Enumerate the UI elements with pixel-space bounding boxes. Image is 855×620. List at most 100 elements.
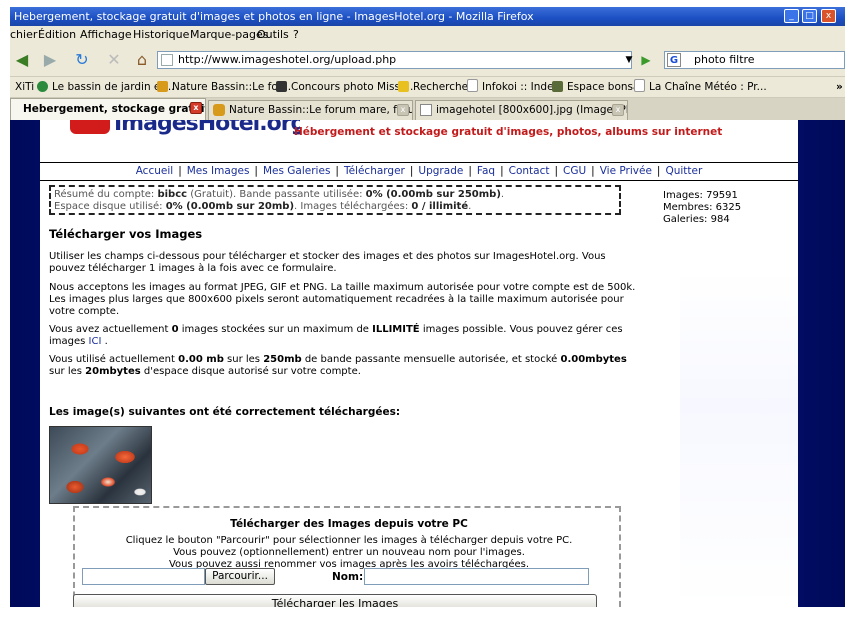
bookmark-label: Nature Bassin::Le for... <box>172 81 292 93</box>
account-username: bibcc <box>157 189 188 200</box>
bookmark-icon <box>467 79 478 92</box>
bookmark-label: Infokoi :: Index <box>482 81 560 93</box>
reload-icon[interactable]: ↻ <box>70 48 94 72</box>
bookmark-icon <box>552 81 563 92</box>
bandwidth-paragraph: Vous utilisé actuellement 0.00 mb sur le… <box>49 354 639 378</box>
menu-fichier[interactable]: chier <box>10 26 37 44</box>
text: images stockées sur un maximum de <box>178 324 373 335</box>
upload-success-title: Les image(s) suivantes ont été correctem… <box>49 406 401 418</box>
nav-contact[interactable]: Contact <box>509 165 550 177</box>
bookmark-icon <box>634 79 645 92</box>
minimize-button[interactable]: _ <box>784 9 799 23</box>
address-bar[interactable]: http://www.imageshotel.org/upload.php <box>157 51 632 69</box>
tab-nature-bassin[interactable]: Nature Bassin::Le forum mare, forum ... … <box>208 100 413 120</box>
bookmark-icon <box>276 81 287 92</box>
window-title: Hebergement, stockage gratuit d'images e… <box>14 10 534 23</box>
text: . <box>101 336 108 347</box>
manage-images-link[interactable]: ICI <box>89 336 102 347</box>
uploaded-image-thumbnail[interactable] <box>49 426 152 504</box>
bookmark-label: Espace bonsai <box>567 81 643 93</box>
account-text: Résumé du compte: <box>54 189 158 200</box>
name-label: Nom: <box>332 571 364 583</box>
google-icon[interactable]: G <box>667 53 681 67</box>
search-bar[interactable]: G photo filtre <box>664 51 845 69</box>
site-tagline: Hébergement et stockage gratuit d'images… <box>294 126 723 138</box>
nav-cgu[interactable]: CGU <box>563 165 586 177</box>
bookmark-item[interactable]: La Chaîne Météo : Pr... <box>634 77 767 97</box>
bandwidth-limit: 250mb <box>263 354 302 365</box>
text: sur les <box>49 366 86 377</box>
site-logo[interactable]: ImagesHotel.org <box>70 120 300 140</box>
images-uploaded: 0 / illimité <box>411 201 469 212</box>
file-path-input[interactable] <box>82 568 205 585</box>
nav-vie-privee[interactable]: Vie Privée <box>600 165 652 177</box>
tab-imagehotel-jpg[interactable]: imagehotel [800x600].jpg (Image JPE... x <box>415 100 628 120</box>
nav-mes-galeries[interactable]: Mes Galeries <box>263 165 330 177</box>
browse-button[interactable]: Parcourir... <box>205 568 275 585</box>
intro-paragraph: Utiliser les champs ci-dessous pour télé… <box>49 251 606 274</box>
bookmark-item[interactable]: Rechercher <box>398 77 472 97</box>
account-text: Espace disque utilisé: <box>54 201 166 212</box>
chevron-right-icon[interactable]: » <box>836 77 843 97</box>
bookmark-item[interactable]: Infokoi :: Index <box>467 77 560 97</box>
menu-affichage[interactable]: Affichage <box>80 26 132 44</box>
go-icon[interactable]: ▶ <box>638 51 654 69</box>
stat-galleries: Galeries: 984 <box>663 214 730 225</box>
back-icon[interactable]: ◀ <box>10 48 34 72</box>
text: d'espace disque autorisé sur votre compt… <box>140 366 361 377</box>
disk-used: 0% (0.00mb sur 20mb) <box>165 201 295 212</box>
menu-help[interactable]: ? <box>293 26 299 44</box>
nav-faq[interactable]: Faq <box>477 165 495 177</box>
bookmark-label: Rechercher <box>413 81 473 93</box>
formats-paragraph: Nous acceptons les images au format JPEG… <box>49 282 636 317</box>
bookmark-item[interactable]: Nature Bassin::Le for... <box>157 77 291 97</box>
page-body: ImagesHotel.org Hébergement et stockage … <box>40 120 798 607</box>
nav-accueil[interactable]: Accueil <box>136 165 174 177</box>
stat-images: Images: 79591 <box>663 190 738 201</box>
page-favicon <box>161 54 173 66</box>
bookmark-label: La Chaîne Météo : Pr... <box>649 81 767 93</box>
stop-icon[interactable]: ✕ <box>102 48 126 72</box>
upload-submit-button[interactable]: Télécharger les Images <box>73 594 597 607</box>
text: Vous utilisé actuellement <box>49 354 179 365</box>
nav-telecharger[interactable]: Télécharger <box>344 165 405 177</box>
menu-bar: chier Édition Affichage Historique Marqu… <box>10 26 845 44</box>
close-button[interactable]: x <box>821 9 836 23</box>
url-dropdown-icon[interactable]: ▼ <box>622 51 636 69</box>
tab-label: Hebergement, stockage gratuit ... <box>23 103 206 115</box>
stored-count: 0 <box>171 324 179 335</box>
bookmark-item[interactable]: Le bassin de jardin et... <box>37 77 175 97</box>
nav-upgrade[interactable]: Upgrade <box>418 165 463 177</box>
forward-icon[interactable]: ▶ <box>38 48 62 72</box>
nav-mes-images[interactable]: Mes Images <box>187 165 250 177</box>
account-text: . Images téléchargées: <box>294 201 412 212</box>
bookmark-item[interactable]: Espace bonsai <box>552 77 642 97</box>
tab-hebergement[interactable]: Hebergement, stockage gratuit ... x <box>10 98 206 120</box>
bookmark-item[interactable]: Concours photo Miss ... <box>276 77 413 97</box>
nav-quitter[interactable]: Quitter <box>665 165 702 177</box>
home-icon[interactable]: ⌂ <box>130 48 154 72</box>
url-text: http://www.imageshotel.org/upload.php <box>178 53 397 66</box>
menu-historique[interactable]: Historique <box>133 26 189 44</box>
upload-instruction: Cliquez le bouton "Parcourir" pour sélec… <box>125 535 573 546</box>
page-title: Télécharger vos Images <box>49 227 203 241</box>
browser-window: Hebergement, stockage gratuit d'images e… <box>10 7 845 607</box>
menu-outils[interactable]: Outils <box>257 26 289 44</box>
site-stats: Images: 79591 Membres: 6325 Galeries: 98… <box>663 190 741 226</box>
tab-close-icon[interactable]: x <box>612 104 624 116</box>
account-text: (Gratuit). Bande passante utilisée: <box>187 189 366 200</box>
text: Vous avez actuellement <box>49 324 172 335</box>
account-text: . <box>500 189 505 200</box>
bandwidth-used: 0% (0.00mb sur 250mb) <box>365 189 501 200</box>
logo-mark <box>70 120 110 134</box>
tab-close-icon[interactable]: x <box>190 102 202 114</box>
storage-paragraph: Vous avez actuellement 0 images stockées… <box>49 324 639 348</box>
bookmark-item[interactable]: XiTi <box>15 77 34 97</box>
name-input[interactable] <box>364 568 589 585</box>
menu-edition[interactable]: Édition <box>38 26 76 44</box>
upload-form: Télécharger des Images depuis votre PC C… <box>73 506 621 607</box>
maximize-button[interactable]: □ <box>802 9 817 23</box>
tab-bar: Hebergement, stockage gratuit ... x Natu… <box>10 98 845 120</box>
bookmarks-toolbar: XiTi Le bassin de jardin et... Nature Ba… <box>10 77 845 98</box>
tab-close-icon[interactable]: x <box>397 104 409 116</box>
